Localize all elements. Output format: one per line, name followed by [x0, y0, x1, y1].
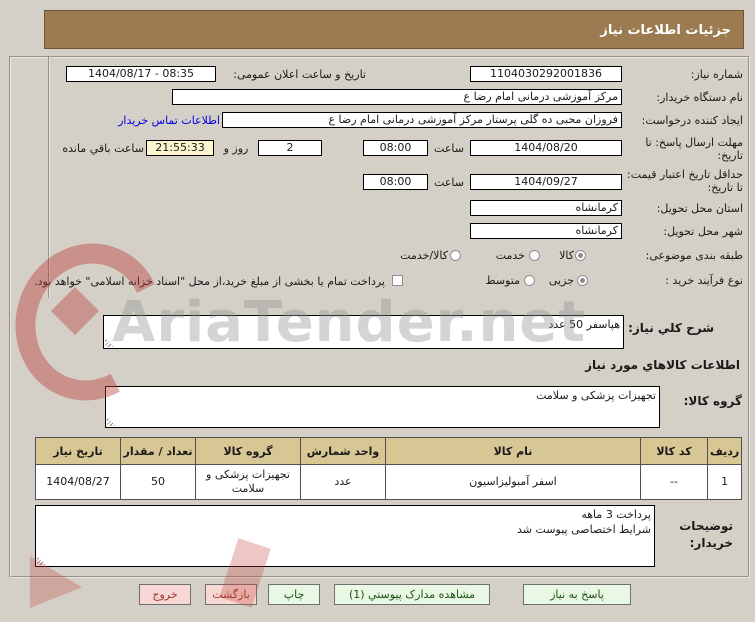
treasury-checkbox[interactable]: [392, 275, 403, 286]
cell-item-name: اسفر آمبولیزاسیون: [385, 464, 641, 500]
buyer-contact-link[interactable]: اطلاعات تماس خریدار: [106, 114, 220, 127]
need-number-field[interactable]: 1104030292001836: [470, 66, 622, 82]
resize-handle-icon[interactable]: [37, 556, 46, 565]
resize-handle-icon[interactable]: [107, 417, 116, 426]
days-remaining-field[interactable]: 2: [258, 140, 322, 156]
table-header-row: ردیف کد کالا نام کالا واحد شمارش گروه کا…: [35, 437, 743, 465]
notes-line2: شرایط اختصاصی پیوست شد: [517, 523, 651, 536]
col-need-date: تاریخ نیاز: [35, 437, 121, 465]
notes-line1: پرداخت 3 ماهه: [581, 508, 651, 521]
deadline-date-field[interactable]: 1404/08/20: [470, 140, 622, 156]
cell-unit: عدد: [300, 464, 386, 500]
cell-item-code: --: [640, 464, 708, 500]
radio-minor-label: جزیی: [548, 274, 574, 287]
group-text: تجهیزات پزشکی و سلامت: [536, 389, 656, 402]
countdown-field: 21:55:33: [146, 140, 214, 156]
group-label: گروه کالا:: [683, 394, 742, 408]
respond-button[interactable]: پاسخ به نياز: [523, 584, 631, 605]
radio-service[interactable]: [529, 250, 540, 261]
exit-button[interactable]: خروج: [139, 584, 191, 605]
radio-service-label: خدمت: [495, 249, 525, 262]
radio-goods[interactable]: [575, 250, 586, 261]
page-title: جزئیات اطلاعات نیاز: [44, 10, 744, 49]
resize-handle-icon[interactable]: [105, 338, 114, 347]
cell-row: 1: [706, 464, 743, 500]
city-field[interactable]: کرمانشاه: [470, 223, 622, 239]
need-number-label: شماره نیاز:: [690, 68, 743, 81]
summary-label: شرح كلي نیاز:: [628, 321, 714, 335]
buyer-org-label: نام دستگاه خریدار:: [656, 91, 743, 104]
notes-textarea[interactable]: پرداخت 3 ماهه شرایط اختصاصی پیوست شد: [35, 505, 655, 567]
goods-section-header: اطلاعات كالاهاي مورد نیاز: [585, 358, 740, 372]
radio-medium[interactable]: [524, 275, 535, 286]
notes-label-line1: توضیحات: [679, 519, 733, 533]
classification-label: طبقه بندی موضوعی:: [645, 249, 743, 262]
summary-text: هپاسفر 50 عدد: [548, 318, 620, 331]
col-item-name: نام کالا: [385, 437, 641, 465]
notes-label-line2: خریدار:: [689, 536, 733, 550]
creator-field[interactable]: فروزان محبی ده گلی پرستار مرکز آموزشی در…: [222, 112, 622, 128]
validity-date-field[interactable]: 1404/09/27: [470, 174, 622, 190]
col-unit: واحد شمارش: [300, 437, 386, 465]
deadline-label: مهلت ارسال پاسخ: تا تاریخ:: [645, 136, 743, 162]
print-button[interactable]: چاپ: [268, 584, 320, 605]
view-attachments-button[interactable]: مشاهده مدارک پیوستي (1): [334, 584, 490, 605]
col-quantity: تعداد / مقدار: [120, 437, 196, 465]
treasury-note: پرداخت تمام یا بخشی از مبلغ خرید،از محل …: [34, 275, 385, 288]
cell-quantity: 50: [120, 464, 196, 500]
creator-label: ایجاد کننده درخواست:: [641, 114, 743, 127]
inner-divider: [48, 57, 50, 298]
radio-goods-service-label: کالا/خدمت: [400, 249, 448, 262]
col-item-group: گروه کالا: [195, 437, 301, 465]
cell-need-date: 1404/08/27: [35, 464, 121, 500]
cell-item-group: تجهیزات پزشکی و سلامت: [195, 464, 301, 500]
buyer-org-field[interactable]: مرکز آموزشی درمانی امام رضا ع: [172, 89, 622, 105]
announce-datetime-field[interactable]: 1404/08/17 - 08:35: [66, 66, 216, 82]
city-label: شهر محل تحویل:: [663, 225, 743, 238]
group-textarea[interactable]: تجهیزات پزشکی و سلامت: [105, 386, 660, 428]
col-row: ردیف: [706, 437, 743, 465]
deadline-time-field[interactable]: 08:00: [363, 140, 428, 156]
province-label: استان محل تحویل:: [656, 202, 743, 215]
validity-label: حداقل تاریخ اعتبار قیمت: تا تاریخ:: [627, 168, 743, 194]
deadline-hour-label: ساعت: [434, 142, 464, 155]
validity-hour-label: ساعت: [434, 176, 464, 189]
hours-remaining-label: ساعت باقي مانده: [62, 142, 144, 155]
table-row: 1 -- اسفر آمبولیزاسیون عدد تجهیزات پزشکی…: [35, 464, 743, 500]
radio-minor[interactable]: [577, 275, 588, 286]
announce-datetime-label: تاریخ و ساعت اعلان عمومی:: [233, 68, 366, 81]
process-type-label: نوع فرآیند خرید :: [665, 274, 743, 287]
summary-textarea[interactable]: هپاسفر 50 عدد: [103, 315, 624, 349]
radio-goods-label: کالا: [559, 249, 574, 262]
back-button[interactable]: بازگشت: [205, 584, 257, 605]
col-item-code: کد کالا: [640, 437, 708, 465]
radio-medium-label: متوسط: [485, 274, 520, 287]
radio-goods-service[interactable]: [450, 250, 461, 261]
days-and-label: روز و: [223, 142, 249, 155]
goods-table: ردیف کد کالا نام کالا واحد شمارش گروه کا…: [35, 437, 743, 500]
validity-time-field[interactable]: 08:00: [363, 174, 428, 190]
province-field[interactable]: کرمانشاه: [470, 200, 622, 216]
